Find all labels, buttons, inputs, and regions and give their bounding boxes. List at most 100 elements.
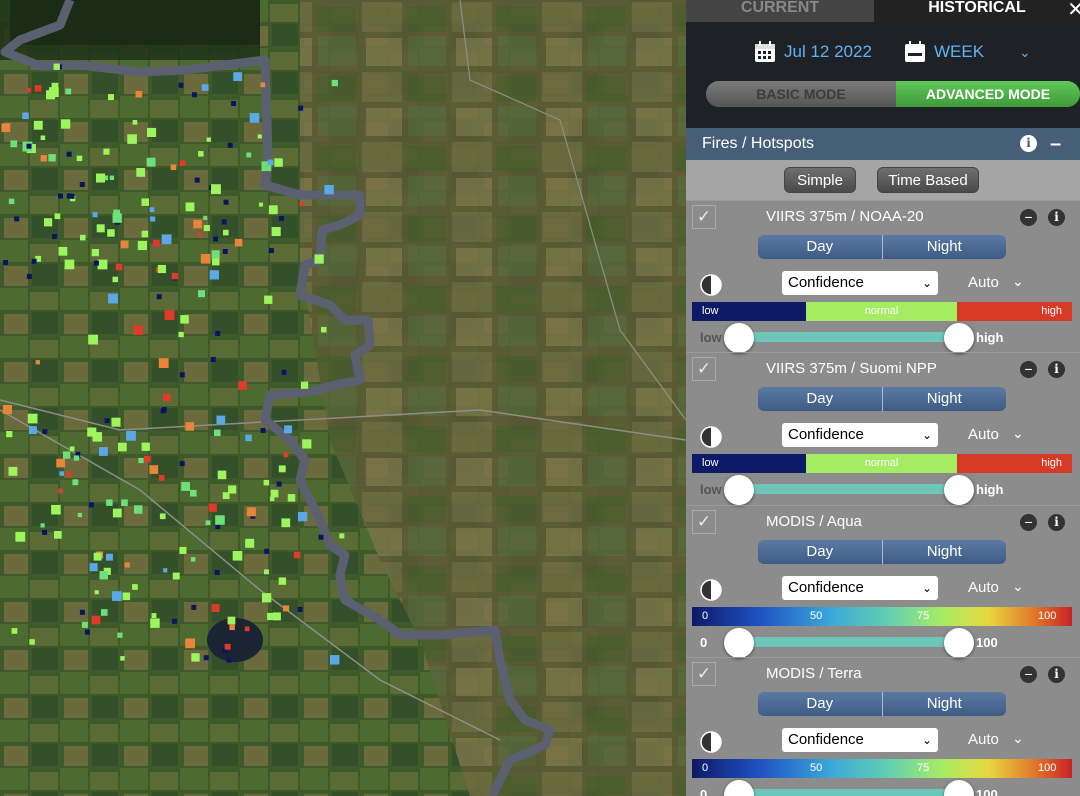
- hotspot-marker[interactable]: [10, 140, 18, 148]
- hotspot-marker[interactable]: [163, 393, 171, 402]
- hotspot-marker[interactable]: [89, 563, 98, 572]
- symbology-select[interactable]: Confidence ⌄: [782, 576, 938, 600]
- hotspot-marker[interactable]: [283, 452, 289, 458]
- hotspot-marker[interactable]: [264, 548, 270, 554]
- hotspot-marker[interactable]: [157, 264, 166, 274]
- slider-track[interactable]: [738, 484, 958, 494]
- hotspot-marker[interactable]: [278, 465, 286, 473]
- hotspot-marker[interactable]: [293, 551, 301, 559]
- hotspot-marker[interactable]: [132, 120, 138, 125]
- hotspot-marker[interactable]: [209, 270, 219, 280]
- symbology-select[interactable]: Confidence ⌄: [782, 423, 938, 447]
- hotspot-marker[interactable]: [212, 257, 220, 266]
- hotspot-marker[interactable]: [112, 591, 122, 601]
- hotspot-marker[interactable]: [64, 259, 75, 270]
- contrast-icon[interactable]: [700, 274, 722, 296]
- hotspot-marker[interactable]: [301, 381, 309, 389]
- hotspot-marker[interactable]: [108, 94, 114, 101]
- hotspot-marker[interactable]: [203, 655, 209, 661]
- hotspot-marker[interactable]: [126, 430, 136, 441]
- day-night-toggle[interactable]: Day Night: [758, 387, 1006, 411]
- chevron-down-icon[interactable]: ⌄: [1012, 730, 1024, 747]
- hotspot-marker[interactable]: [227, 616, 236, 625]
- auto-label[interactable]: Auto: [968, 579, 999, 596]
- hotspot-marker[interactable]: [163, 568, 168, 573]
- hotspot-marker[interactable]: [270, 489, 279, 498]
- hotspot-marker[interactable]: [321, 326, 327, 333]
- slider-min-handle[interactable]: [724, 323, 754, 353]
- hotspot-marker[interactable]: [6, 431, 13, 438]
- hotspot-marker[interactable]: [59, 471, 65, 476]
- hotspot-marker[interactable]: [1, 123, 11, 133]
- info-icon[interactable]: i: [1020, 135, 1037, 152]
- hotspot-marker[interactable]: [190, 489, 197, 497]
- layer-checkbox[interactable]: ✓: [692, 205, 716, 229]
- hotspot-marker[interactable]: [216, 415, 226, 425]
- hotspot-marker[interactable]: [156, 294, 162, 300]
- hotspot-marker[interactable]: [211, 604, 220, 612]
- hotspot-marker[interactable]: [171, 272, 179, 280]
- tab-historical[interactable]: HISTORICAL: [874, 0, 1080, 22]
- hotspot-marker[interactable]: [272, 612, 281, 621]
- day-button[interactable]: Day: [758, 540, 883, 564]
- hotspot-marker[interactable]: [109, 175, 115, 180]
- hotspot-marker[interactable]: [121, 499, 128, 506]
- hotspot-marker[interactable]: [56, 458, 65, 468]
- hotspot-marker[interactable]: [106, 499, 113, 506]
- hotspot-marker[interactable]: [58, 246, 68, 256]
- hotspot-marker[interactable]: [132, 584, 138, 590]
- hotspot-marker[interactable]: [278, 577, 287, 585]
- hotspot-marker[interactable]: [159, 513, 166, 520]
- hotspot-marker[interactable]: [15, 531, 26, 542]
- night-button[interactable]: Night: [883, 540, 1007, 564]
- hotspot-marker[interactable]: [66, 471, 72, 477]
- layer-checkbox[interactable]: ✓: [692, 662, 716, 686]
- hotspot-marker[interactable]: [113, 209, 120, 217]
- hotspot-marker[interactable]: [164, 310, 175, 320]
- mode-toggle[interactable]: BASIC MODE ADVANCED MODE: [706, 81, 1080, 107]
- hotspot-marker[interactable]: [179, 160, 186, 166]
- hotspot-marker[interactable]: [27, 413, 38, 424]
- hotspot-marker[interactable]: [42, 429, 48, 435]
- hotspot-marker[interactable]: [66, 151, 72, 157]
- hotspot-marker[interactable]: [232, 551, 243, 561]
- range-slider[interactable]: 0 100: [692, 780, 1072, 796]
- hotspot-marker[interactable]: [233, 72, 243, 81]
- hotspot-marker[interactable]: [26, 87, 31, 93]
- auto-label[interactable]: Auto: [968, 731, 999, 748]
- hotspot-marker[interactable]: [117, 632, 123, 638]
- hotspot-marker[interactable]: [180, 315, 189, 324]
- hotspot-marker[interactable]: [281, 369, 287, 375]
- hotspot-marker[interactable]: [40, 523, 45, 528]
- hotspot-marker[interactable]: [198, 151, 204, 157]
- hotspot-marker[interactable]: [42, 529, 48, 535]
- hotspot-marker[interactable]: [91, 249, 99, 257]
- hotspot-marker[interactable]: [29, 639, 35, 645]
- hotspot-marker[interactable]: [331, 79, 338, 87]
- info-icon[interactable]: i: [1048, 514, 1065, 531]
- hotspot-marker[interactable]: [228, 485, 237, 494]
- hotspot-marker[interactable]: [88, 502, 94, 508]
- layer-checkbox[interactable]: ✓: [692, 357, 716, 381]
- hotspot-marker[interactable]: [69, 446, 75, 452]
- hotspot-marker[interactable]: [2, 405, 13, 415]
- hotspot-marker[interactable]: [264, 569, 269, 575]
- slider-track[interactable]: [738, 332, 958, 342]
- hotspot-marker[interactable]: [120, 656, 125, 661]
- slider-max-handle[interactable]: [944, 323, 974, 353]
- hotspot-marker[interactable]: [99, 447, 108, 456]
- info-icon[interactable]: i: [1048, 209, 1065, 226]
- hotspot-marker[interactable]: [66, 193, 72, 199]
- hotspot-marker[interactable]: [79, 182, 85, 187]
- hotspot-marker[interactable]: [136, 168, 146, 177]
- range-slider[interactable]: low high: [692, 475, 1072, 505]
- satellite-map[interactable]: [0, 0, 686, 796]
- hotspot-marker[interactable]: [77, 512, 82, 518]
- hotspot-marker[interactable]: [26, 143, 32, 149]
- info-icon[interactable]: i: [1048, 666, 1065, 683]
- night-button[interactable]: Night: [883, 692, 1007, 716]
- hotspot-marker[interactable]: [178, 82, 184, 88]
- hotspot-marker[interactable]: [35, 360, 40, 365]
- hotspot-marker[interactable]: [226, 657, 232, 663]
- hotspot-marker[interactable]: [147, 127, 157, 137]
